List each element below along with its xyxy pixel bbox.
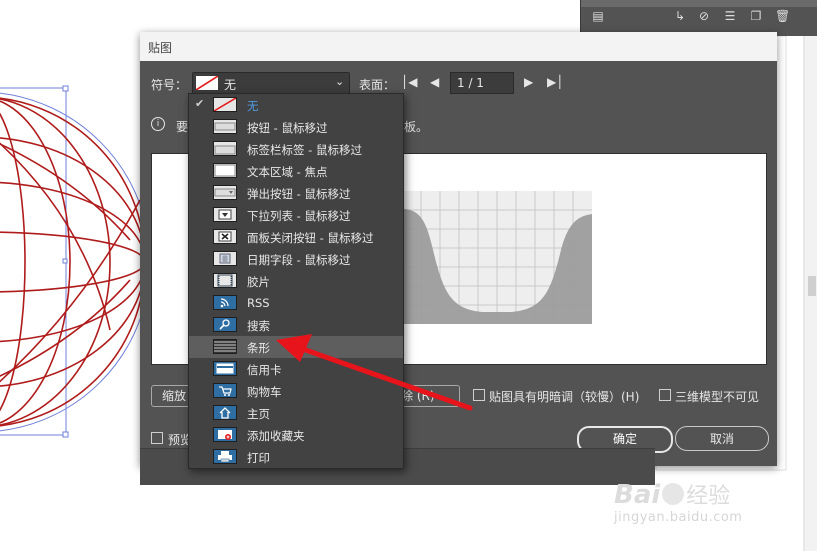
annotation-arrow-icon	[276, 334, 473, 411]
baidu-watermark: Bai 经验 jingyan.baidu.com	[614, 478, 742, 525]
watermark-url: jingyan.baidu.com	[614, 510, 743, 525]
paw-logo-icon	[662, 483, 685, 505]
watermark-brand-suffix: 经验	[686, 484, 731, 509]
watermark-brand: Bai	[614, 480, 661, 510]
